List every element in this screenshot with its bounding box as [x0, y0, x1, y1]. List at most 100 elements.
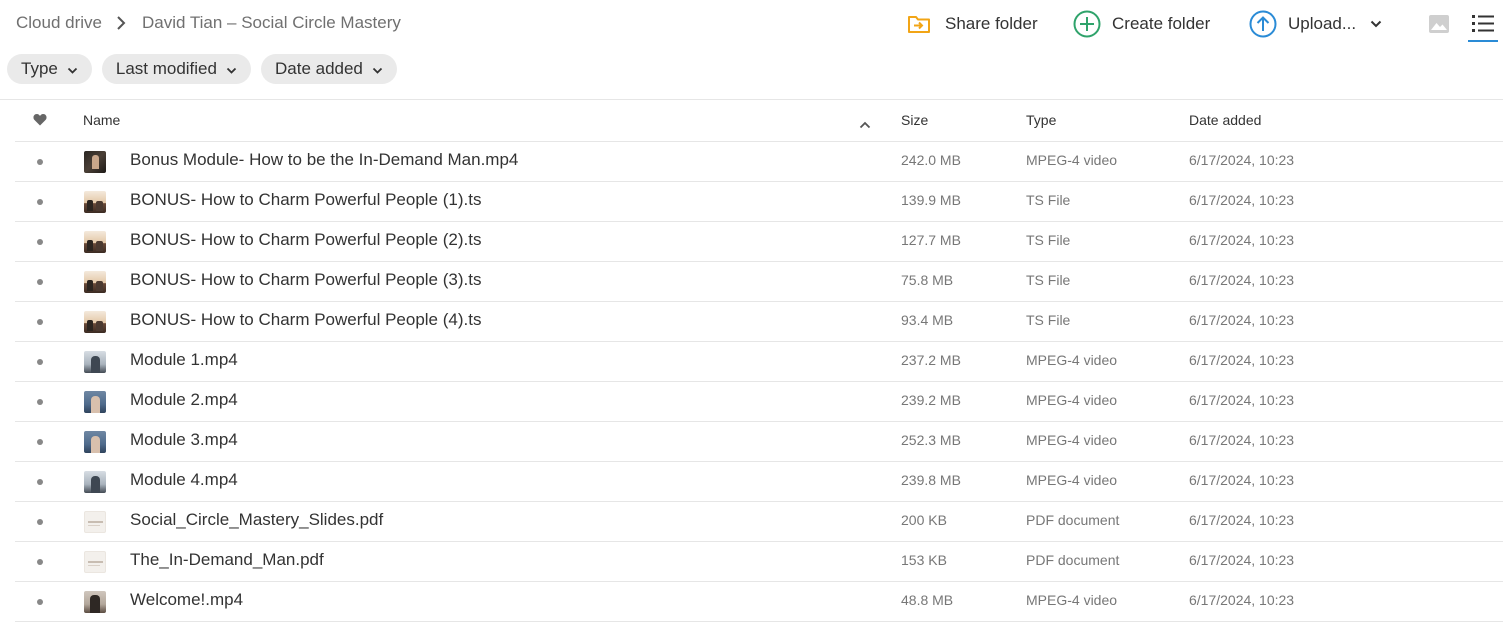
filter-type-label: Type — [21, 59, 58, 78]
file-date-added: 6/17/2024, 10:23 — [1189, 472, 1295, 488]
filter-date-added[interactable]: Date added — [260, 54, 397, 84]
table-row[interactable]: Module 3.mp4 252.3 MB MPEG-4 video 6/17/… — [15, 421, 1503, 461]
file-name: BONUS- How to Charm Powerful People (3).… — [130, 270, 482, 289]
video-thumbnail — [84, 431, 106, 453]
file-size: 239.2 MB — [901, 392, 961, 408]
file-name: Bonus Module- How to be the In-Demand Ma… — [130, 150, 519, 169]
file-name: Welcome!.mp4 — [130, 590, 244, 609]
favourite-dot-icon[interactable] — [37, 159, 43, 165]
filter-last-modified[interactable]: Last modified — [101, 54, 251, 84]
file-date-added: 6/17/2024, 10:23 — [1189, 272, 1295, 288]
chevron-down-icon — [67, 59, 78, 79]
file-date-added: 6/17/2024, 10:23 — [1189, 312, 1295, 328]
table-row[interactable]: BONUS- How to Charm Powerful People (4).… — [15, 301, 1503, 341]
file-type: MPEG-4 video — [1026, 352, 1118, 368]
plus-circle-icon — [1073, 10, 1101, 38]
active-view-indicator — [1468, 40, 1498, 42]
favourite-dot-icon[interactable] — [37, 239, 43, 245]
file-type: MPEG-4 video — [1026, 432, 1118, 448]
video-thumbnail — [84, 351, 106, 373]
table-row[interactable]: Social_Circle_Mastery_Slides.pdf 200 KB … — [15, 501, 1503, 541]
favourite-dot-icon[interactable] — [37, 599, 43, 605]
favourite-dot-icon[interactable] — [37, 359, 43, 365]
file-type: MPEG-4 video — [1026, 592, 1118, 608]
file-name: The_In-Demand_Man.pdf — [130, 550, 324, 569]
upload-button[interactable]: Upload... — [1249, 9, 1382, 39]
file-type: MPEG-4 video — [1026, 152, 1118, 168]
sort-ascending-icon[interactable] — [859, 116, 871, 132]
thumbnail-view-icon[interactable] — [1428, 14, 1450, 34]
file-size: 48.8 MB — [901, 592, 954, 608]
video-thumbnail — [84, 191, 106, 213]
filter-bar: Type Last modified Date added — [7, 54, 397, 84]
file-date-added: 6/17/2024, 10:23 — [1189, 392, 1295, 408]
file-size: 127.7 MB — [901, 232, 961, 248]
file-type: TS File — [1026, 192, 1071, 208]
favourite-dot-icon[interactable] — [37, 439, 43, 445]
table-row[interactable]: BONUS- How to Charm Powerful People (2).… — [15, 221, 1503, 261]
favourite-dot-icon[interactable] — [37, 199, 43, 205]
file-size: 139.9 MB — [901, 192, 961, 208]
favourite-dot-icon[interactable] — [37, 279, 43, 285]
heart-icon[interactable] — [33, 113, 47, 129]
file-date-added: 6/17/2024, 10:23 — [1189, 192, 1295, 208]
file-date-added: 6/17/2024, 10:23 — [1189, 152, 1295, 168]
video-thumbnail — [84, 591, 106, 613]
file-name: BONUS- How to Charm Powerful People (1).… — [130, 190, 482, 209]
file-type: MPEG-4 video — [1026, 392, 1118, 408]
file-type: TS File — [1026, 312, 1071, 328]
video-thumbnail — [84, 391, 106, 413]
file-type: TS File — [1026, 272, 1071, 288]
video-thumbnail — [84, 311, 106, 333]
table-row[interactable]: The_In-Demand_Man.pdf 153 KB PDF documen… — [15, 541, 1503, 581]
file-size: 239.8 MB — [901, 472, 961, 488]
column-header-size[interactable]: Size — [901, 112, 928, 128]
pdf-thumbnail — [84, 551, 106, 573]
favourite-dot-icon[interactable] — [37, 559, 43, 565]
list-view-icon[interactable] — [1468, 10, 1498, 42]
file-size: 75.8 MB — [901, 272, 954, 288]
table-row[interactable]: Welcome!.mp4 48.8 MB MPEG-4 video 6/17/2… — [15, 581, 1503, 621]
file-list: Bonus Module- How to be the In-Demand Ma… — [15, 141, 1503, 621]
filter-last-modified-label: Last modified — [115, 59, 217, 78]
favourite-dot-icon[interactable] — [37, 319, 43, 325]
file-name: Module 1.mp4 — [130, 350, 238, 369]
create-folder-label: Create folder — [1112, 14, 1211, 33]
filter-type[interactable]: Type — [7, 54, 92, 84]
table-row[interactable]: Module 2.mp4 239.2 MB MPEG-4 video 6/17/… — [15, 381, 1503, 421]
favourite-dot-icon[interactable] — [37, 479, 43, 485]
file-date-added: 6/17/2024, 10:23 — [1189, 352, 1295, 368]
favourite-dot-icon[interactable] — [37, 519, 43, 525]
column-header-type[interactable]: Type — [1026, 112, 1056, 128]
table-row[interactable]: Module 1.mp4 237.2 MB MPEG-4 video 6/17/… — [15, 341, 1503, 381]
share-folder-icon — [907, 13, 931, 35]
chevron-down-icon[interactable] — [1370, 20, 1382, 28]
favourite-dot-icon[interactable] — [37, 399, 43, 405]
file-size: 93.4 MB — [901, 312, 954, 328]
breadcrumb-current[interactable]: David Tian – Social Circle Mastery — [142, 13, 401, 33]
filter-date-added-label: Date added — [274, 59, 363, 78]
table-row[interactable]: BONUS- How to Charm Powerful People (3).… — [15, 261, 1503, 301]
column-header-date-added[interactable]: Date added — [1189, 112, 1261, 128]
file-type: TS File — [1026, 232, 1071, 248]
share-folder-button[interactable]: Share folder — [907, 9, 1038, 39]
file-name: Module 3.mp4 — [130, 430, 238, 449]
video-thumbnail — [84, 471, 106, 493]
chevron-down-icon — [226, 59, 237, 79]
table-row[interactable]: Module 4.mp4 239.8 MB MPEG-4 video 6/17/… — [15, 461, 1503, 501]
file-date-added: 6/17/2024, 10:23 — [1189, 432, 1295, 448]
create-folder-button[interactable]: Create folder — [1073, 9, 1210, 39]
video-thumbnail — [84, 231, 106, 253]
table-row[interactable]: BONUS- How to Charm Powerful People (1).… — [15, 181, 1503, 221]
file-date-added: 6/17/2024, 10:23 — [1189, 592, 1295, 608]
file-name: Module 4.mp4 — [130, 470, 238, 489]
breadcrumb-root[interactable]: Cloud drive — [16, 13, 102, 33]
chevron-down-icon — [372, 59, 383, 79]
breadcrumb: Cloud drive David Tian – Social Circle M… — [16, 13, 401, 33]
column-header-name[interactable]: Name — [83, 112, 120, 128]
table-header: Name Size Type Date added — [0, 100, 1503, 141]
video-thumbnail — [84, 271, 106, 293]
file-size: 237.2 MB — [901, 352, 961, 368]
upload-icon — [1249, 10, 1277, 38]
table-row[interactable]: Bonus Module- How to be the In-Demand Ma… — [15, 141, 1503, 181]
